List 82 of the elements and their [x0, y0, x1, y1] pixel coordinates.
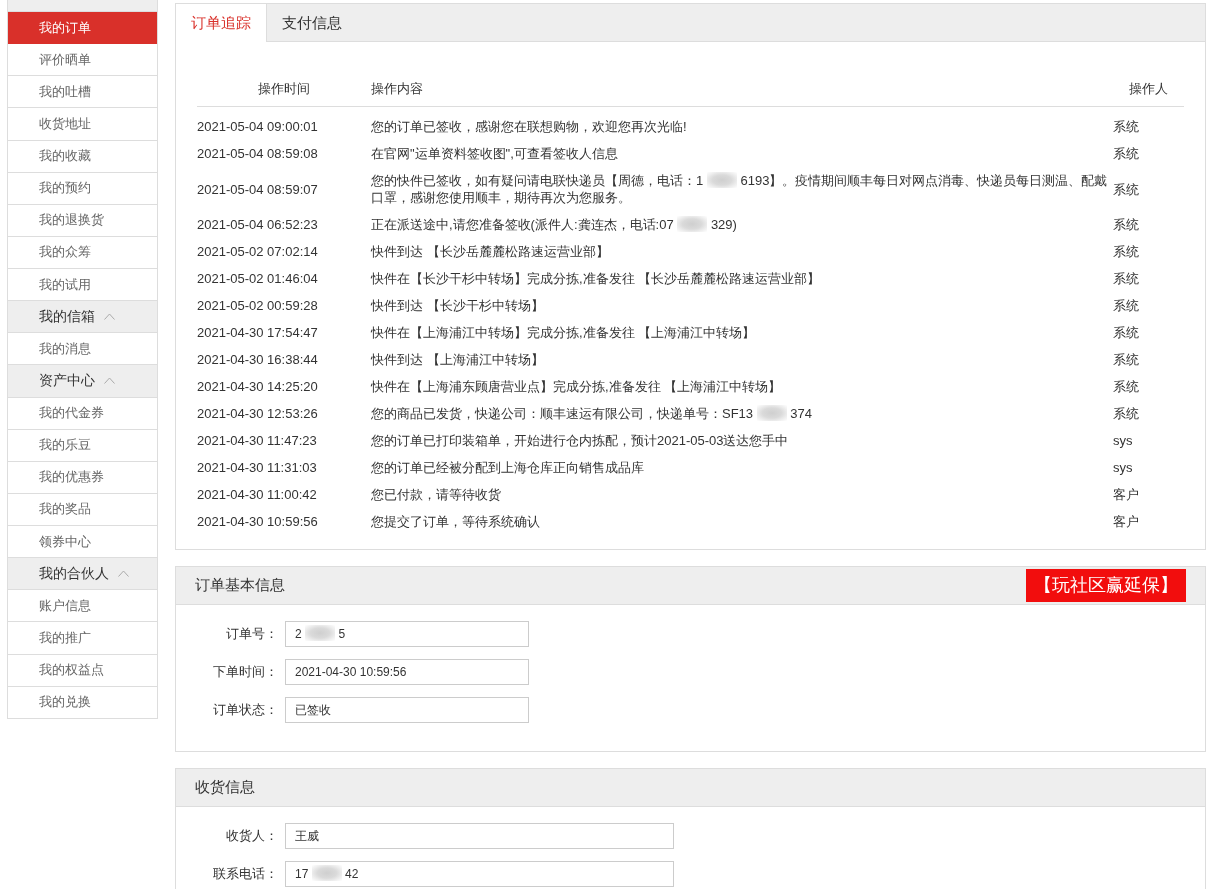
column-header: 操作时间: [258, 79, 310, 98]
field-label: 订单号：: [226, 625, 278, 643]
field-label: 联系电话：: [213, 865, 278, 883]
field-label: 下单时间：: [213, 663, 278, 681]
tab[interactable]: 订单追踪: [176, 4, 267, 42]
operator-cell: 系统: [1113, 180, 1139, 198]
operator-cell: 系统: [1113, 270, 1139, 287]
panel-title: 收货信息: [195, 778, 255, 797]
content-cell: 在官网"运单资料签收图",可查看签收人信息: [371, 145, 618, 162]
content-cell: 快件在【上海浦东顾唐营业点】完成分拣,准备发往 【上海浦江中转场】: [371, 378, 782, 395]
time-cell: 2021-04-30 16:38:44: [197, 351, 318, 368]
field-label: 订单状态：: [213, 701, 278, 719]
sidebar-item[interactable]: 我的预约: [8, 172, 157, 205]
column-header: 操作内容: [371, 79, 423, 98]
content-cell: 您已付款，请等待收货: [371, 486, 501, 503]
input-field[interactable]: 王威: [285, 823, 674, 849]
operator-cell: sys: [1113, 459, 1133, 476]
content-cell: 您的商品已发货，快递公司：顺丰速运有限公司，快递单号：SF13 374: [371, 405, 813, 422]
sidebar-item[interactable]: 账户信息: [8, 590, 157, 623]
content-cell: 您的订单已经被分配到上海仓库正向销售成品库: [371, 459, 644, 476]
promo-link[interactable]: 【玩社区赢延保】: [1026, 569, 1186, 602]
time-cell: 2021-04-30 17:54:47: [197, 324, 318, 341]
operator-cell: 系统: [1113, 405, 1139, 422]
sidebar-item[interactable]: 我的收藏: [8, 140, 157, 173]
time-cell: 2021-04-30 11:00:42: [197, 486, 317, 503]
sidebar-item[interactable]: 我的权益点: [8, 654, 157, 687]
content-cell: 正在派送途中,请您准备签收(派件人:龚连杰，电话:07 329): [371, 216, 737, 233]
operator-cell: 系统: [1113, 378, 1139, 395]
input-field[interactable]: 已签收: [285, 697, 529, 723]
time-cell: 2021-05-02 01:46:04: [197, 270, 318, 287]
sidebar-item[interactable]: 我的优惠券: [8, 461, 157, 494]
sidebar-item[interactable]: 我的兑换: [8, 686, 157, 719]
sidebar-item[interactable]: 我的推广: [8, 622, 157, 655]
time-cell: 2021-04-30 11:31:03: [197, 459, 317, 476]
sidebar-group-header[interactable]: 资产中心: [8, 365, 157, 398]
operator-cell: 系统: [1113, 351, 1139, 368]
sidebar-item[interactable]: 评价晒单: [8, 44, 157, 77]
field-label: 收货人：: [226, 827, 278, 845]
sidebar-item[interactable]: 收货地址: [8, 108, 157, 141]
operator-cell: 客户: [1113, 513, 1139, 530]
sidebar-group-header[interactable]: 我的合伙人: [8, 558, 157, 591]
operator-cell: 系统: [1113, 216, 1139, 233]
sidebar-group-header[interactable]: 我的信箱: [8, 301, 157, 334]
operator-cell: 客户: [1113, 486, 1139, 503]
sidebar-item[interactable]: 我的奖品: [8, 493, 157, 526]
time-cell: 2021-05-04 09:00:01: [197, 118, 318, 135]
operator-cell: sys: [1113, 432, 1133, 449]
time-cell: 2021-05-04 06:52:23: [197, 216, 318, 233]
sidebar-item[interactable]: 我的吐槽: [8, 76, 157, 109]
sidebar-item[interactable]: 我的众筹: [8, 236, 157, 269]
operator-cell: 系统: [1113, 243, 1139, 260]
operator-cell: 系统: [1113, 145, 1139, 162]
operator-cell: 系统: [1113, 118, 1139, 135]
content-cell: 快件到达 【上海浦江中转场】: [371, 351, 544, 368]
content-cell: 您的订单已签收，感谢您在联想购物，欢迎您再次光临!: [371, 118, 687, 135]
content-cell: 快件在【上海浦江中转场】完成分拣,准备发往 【上海浦江中转场】: [371, 324, 756, 341]
sidebar-item[interactable]: 我的订单: [8, 12, 157, 45]
sidebar-item[interactable]: 我的退换货: [8, 204, 157, 237]
sidebar-item[interactable]: 我的代金券: [8, 397, 157, 430]
content-cell: 您提交了订单，等待系统确认: [371, 513, 540, 530]
panel-title: 订单基本信息: [195, 576, 285, 595]
column-header: 操作人: [1129, 79, 1168, 98]
time-cell: 2021-05-04 08:59:07: [197, 180, 318, 198]
sidebar-item[interactable]: 我的乐豆: [8, 429, 157, 462]
time-cell: 2021-04-30 14:25:20: [197, 378, 318, 395]
time-cell: 2021-04-30 11:47:23: [197, 432, 317, 449]
operator-cell: 系统: [1113, 324, 1139, 341]
content-cell: 您的订单已打印装箱单，开始进行仓内拣配，预计2021-05-03送达您手中: [371, 432, 789, 449]
tab[interactable]: 支付信息: [267, 4, 357, 42]
content-cell: 快件在【长沙干杉中转场】完成分拣,准备发往 【长沙岳麓麓松路速运营业部】: [371, 270, 821, 287]
time-cell: 2021-05-04 08:59:08: [197, 145, 318, 162]
input-field[interactable]: 17 42: [285, 861, 674, 887]
time-cell: 2021-04-30 10:59:56: [197, 513, 318, 530]
time-cell: 2021-04-30 12:53:26: [197, 405, 318, 422]
input-field[interactable]: 2 5: [285, 621, 529, 647]
time-cell: 2021-05-02 00:59:28: [197, 297, 318, 314]
operator-cell: 系统: [1113, 297, 1139, 314]
content-cell-text: 您的快件已签收，如有疑问请电联快递员【周德，电话：1 6193】。疫情期间顺丰每日对网点消毒、快递员每日测温、配戴口罩，感谢您使用顺丰，期待再次为您服务。: [371, 172, 1109, 206]
content-cell: 快件到达 【长沙干杉中转场】: [371, 297, 544, 314]
content-cell: 快件到达 【长沙岳麓麓松路速运营业部】: [371, 243, 609, 260]
input-field[interactable]: 2021-04-30 10:59:56: [285, 659, 529, 685]
time-cell: 2021-05-02 07:02:14: [197, 243, 318, 260]
